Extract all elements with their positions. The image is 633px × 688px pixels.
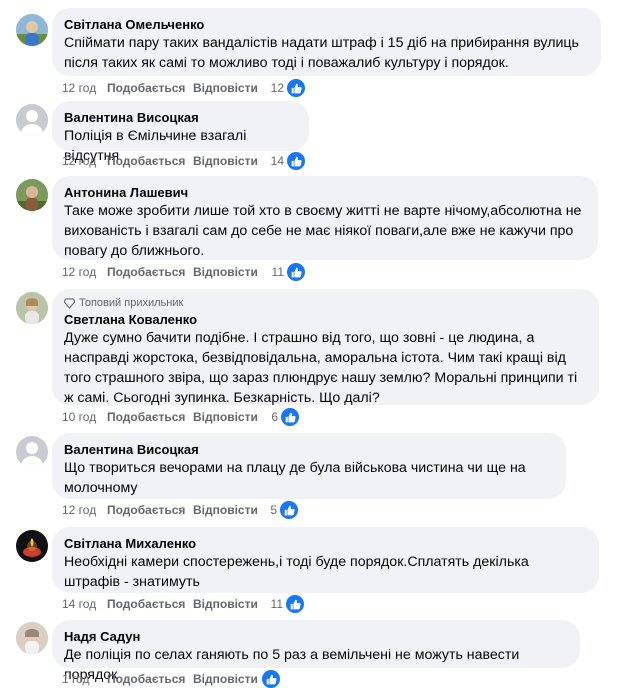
comment-text: Спіймати пару таких вандалістів надати ш… xyxy=(64,35,579,71)
comment-bubble: Антонина Лашевич Таке може зробити лише … xyxy=(52,176,598,260)
reaction-summary[interactable]: 11 xyxy=(271,595,304,613)
like-button[interactable]: Подобається xyxy=(107,672,193,686)
thumbs-up-icon xyxy=(286,595,304,613)
reaction-count: 11 xyxy=(271,265,284,279)
reaction-summary[interactable] xyxy=(262,670,280,688)
reaction-count: 12 xyxy=(270,81,284,95)
avatar[interactable] xyxy=(16,179,48,211)
default-avatar-icon xyxy=(16,104,48,136)
comment-meta: 10 год Подобається Відповісти 6 xyxy=(62,408,299,426)
avatar[interactable] xyxy=(16,104,48,136)
comment-time[interactable]: 12 год xyxy=(62,154,107,168)
reply-button[interactable]: Відповісти xyxy=(193,81,258,95)
comment-time[interactable]: 14 год xyxy=(62,597,107,611)
like-button[interactable]: Подобається xyxy=(107,154,193,168)
comment-time[interactable]: 12 год xyxy=(62,265,107,279)
candle-photo-icon xyxy=(16,530,48,562)
reply-button[interactable]: Відповісти xyxy=(193,597,258,611)
reply-button[interactable]: Відповісти xyxy=(193,154,258,168)
reaction-summary[interactable]: 5 xyxy=(270,501,298,519)
reaction-summary[interactable]: 6 xyxy=(271,408,299,426)
diamond-icon xyxy=(64,297,75,309)
comment-author[interactable]: Світлана Омельченко xyxy=(64,16,589,33)
avatar[interactable] xyxy=(16,622,48,654)
reply-button[interactable]: Відповісти xyxy=(193,410,258,424)
top-fan-badge[interactable]: Топовий прихильник xyxy=(64,297,587,309)
like-button[interactable]: Подобається xyxy=(107,597,193,611)
thumbs-up-icon xyxy=(287,79,305,97)
comment-time[interactable]: 12 год xyxy=(62,81,107,95)
thumbs-up-icon xyxy=(262,670,280,688)
comment-text: Дуже сумно бачити подібне. І страшно від… xyxy=(64,330,578,406)
comment-bubble: Валентина Висоцкая Поліція в Ємільчине в… xyxy=(52,101,309,164)
avatar[interactable] xyxy=(16,292,48,324)
comment-meta: 12 год Подобається Відповісти 11 xyxy=(62,263,305,281)
comment-bubble: Надя Садун Де поліція по селах ганяють п… xyxy=(52,620,580,683)
thumbs-up-icon xyxy=(281,408,299,426)
thumbs-up-icon xyxy=(280,501,298,519)
comment-author[interactable]: Валентина Висоцкая xyxy=(64,109,297,126)
comment-bubble: Світлана Михаленко Необхідні камери спос… xyxy=(52,527,599,593)
comment-meta: 12 год Подобається Відповісти 5 xyxy=(62,501,298,519)
reaction-count: 14 xyxy=(270,154,284,168)
comment-meta: 1 год Подобається Відповісти xyxy=(62,670,280,688)
comment-meta: 12 год Подобається Відповісти 12 xyxy=(62,79,305,97)
comments-list: Світлана Омельченко Спіймати пару таких … xyxy=(0,0,633,688)
reply-button[interactable]: Відповісти xyxy=(193,265,258,279)
profile-photo-icon xyxy=(16,292,48,324)
reaction-count: 5 xyxy=(270,503,277,517)
avatar[interactable] xyxy=(16,530,48,562)
like-button[interactable]: Подобається xyxy=(107,265,193,279)
reaction-summary[interactable]: 12 xyxy=(271,79,305,97)
reply-button[interactable]: Відповісти xyxy=(193,503,258,517)
avatar[interactable] xyxy=(16,14,48,46)
avatar[interactable] xyxy=(16,436,48,468)
like-button[interactable]: Подобається xyxy=(107,410,193,424)
like-button[interactable]: Подобається xyxy=(107,81,193,95)
reaction-count: 11 xyxy=(270,597,283,611)
reaction-summary[interactable]: 11 xyxy=(272,263,305,281)
comment-author[interactable]: Антонина Лашевич xyxy=(64,184,586,201)
comment-bubble: Світлана Омельченко Спіймати пару таких … xyxy=(52,8,601,76)
reply-button[interactable]: Відповісти xyxy=(193,672,258,686)
comment-author[interactable]: Валентина Висоцкая xyxy=(64,441,554,458)
comment-time[interactable]: 1 год xyxy=(62,672,107,686)
thumbs-up-icon xyxy=(287,263,305,281)
comment-text: Таке може зробити лише той хто в своєму … xyxy=(64,203,582,259)
comment-author[interactable]: Светлана Коваленко xyxy=(64,311,587,328)
comment-author[interactable]: Надя Садун xyxy=(64,628,568,645)
comment-meta: 14 год Подобається Відповісти 11 xyxy=(62,595,304,613)
comment-bubble: Валентина Висоцкая Що твориться вечорами… xyxy=(52,433,566,499)
comment-text: Необхідні камери спостережень,і тоді буд… xyxy=(64,554,529,590)
reaction-count: 6 xyxy=(271,410,278,424)
profile-photo-icon xyxy=(16,622,48,654)
comment-time[interactable]: 10 год xyxy=(62,410,107,424)
like-button[interactable]: Подобається xyxy=(107,503,193,517)
thumbs-up-icon xyxy=(287,152,305,170)
comment-author[interactable]: Світлана Михаленко xyxy=(64,535,587,552)
default-avatar-icon xyxy=(16,436,48,468)
comment-bubble: Топовий прихильник Светлана Коваленко Ду… xyxy=(52,289,599,406)
top-fan-label: Топовий прихильник xyxy=(79,297,184,309)
comment-meta: 12 год Подобається Відповісти 14 xyxy=(62,152,305,170)
profile-photo-icon xyxy=(16,14,48,46)
reaction-summary[interactable]: 14 xyxy=(271,152,305,170)
comment-text: Що твориться вечорами на плацу де була в… xyxy=(64,460,526,496)
comment-time[interactable]: 12 год xyxy=(62,503,107,517)
profile-photo-icon xyxy=(16,179,48,211)
